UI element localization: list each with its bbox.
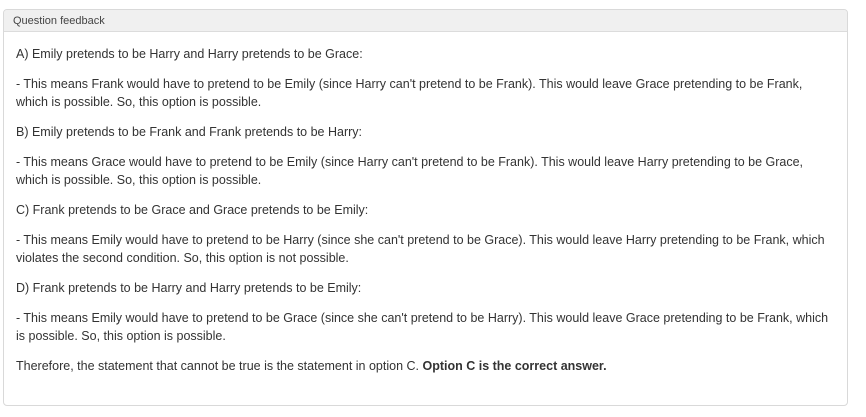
panel-title: Question feedback [13,14,105,27]
conclusion-text: Therefore, the statement that cannot be … [16,359,423,373]
option-b-heading: B) Emily pretends to be Frank and Frank … [16,125,362,139]
option-d-heading: D) Frank pretends to be Harry and Harry … [16,281,362,295]
question-feedback-panel: Question feedback A) Emily pretends to b… [3,9,848,406]
correct-answer-statement: Option C is the correct answer. [422,359,607,373]
option-b-explanation: - This means Grace would have to pretend… [16,155,804,187]
option-a-explanation: - This means Frank would have to pretend… [16,77,803,109]
option-d-explanation: - This means Emily would have to pretend… [16,311,829,343]
option-a-heading: A) Emily pretends to be Harry and Harry … [16,47,363,61]
panel-header: Question feedback [4,10,847,32]
conclusion: Therefore, the statement that cannot be … [16,357,835,375]
option-c-explanation: - This means Emily would have to pretend… [16,233,825,265]
option-c-heading: C) Frank pretends to be Grace and Grace … [16,203,369,217]
feedback-body: A) Emily pretends to be Harry and Harry … [4,32,847,375]
